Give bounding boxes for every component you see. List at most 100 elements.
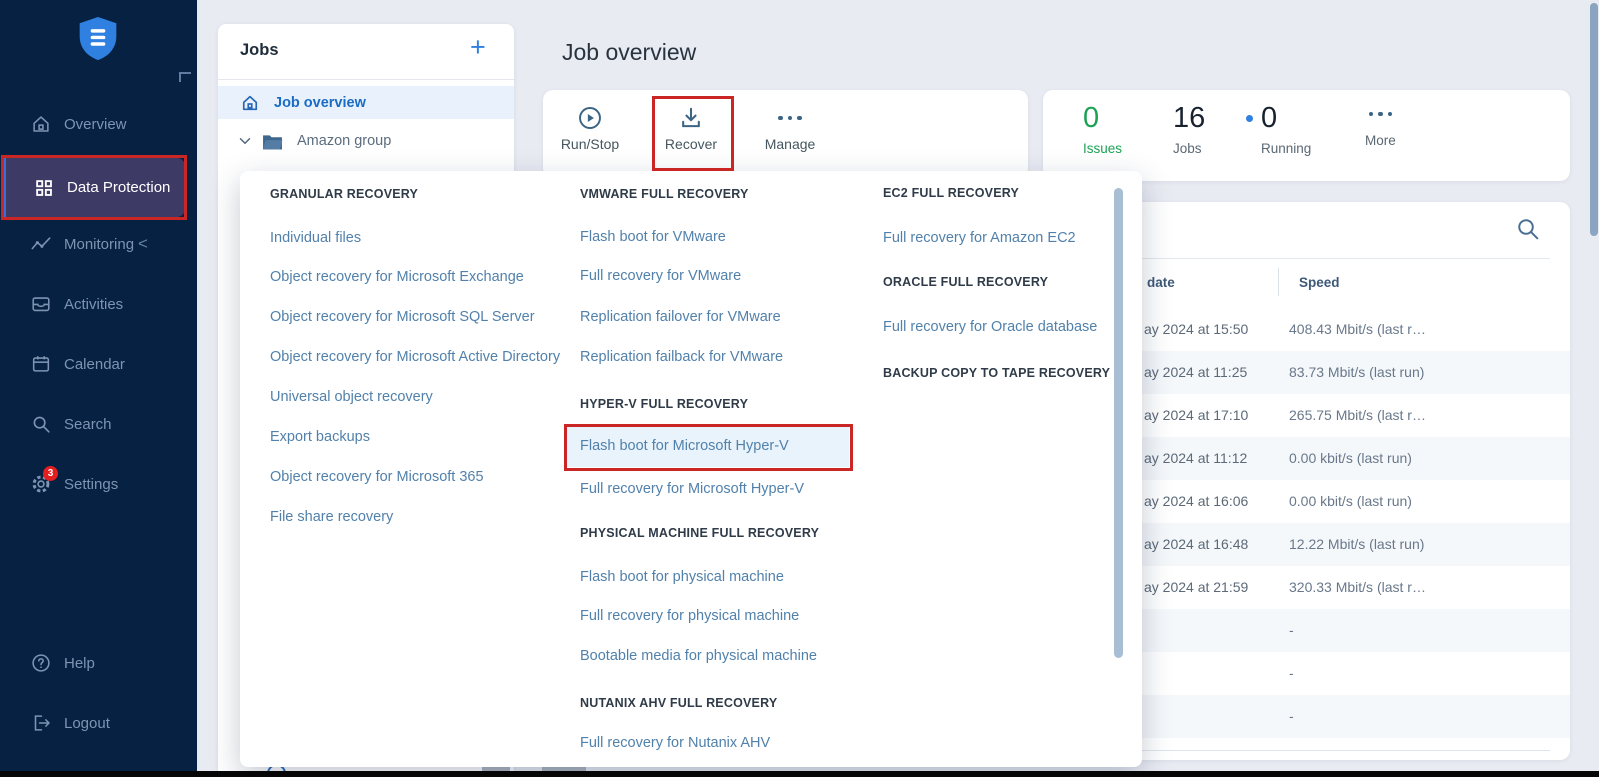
sidebar-item-label: Logout <box>64 715 110 732</box>
sidebar-item-logout[interactable]: Logout <box>0 701 197 745</box>
jobs-item-amazon-group[interactable]: Amazon group <box>218 125 514 157</box>
sidebar-collapse-icon[interactable] <box>179 72 191 82</box>
sidebar-item-overview[interactable]: Overview <box>0 102 197 146</box>
cell-date: ay 2024 at 17:10 <box>1144 394 1248 437</box>
recovery-section-header: EC2 FULL RECOVERY <box>883 186 1019 200</box>
sidebar-item-data-protection[interactable]: Data Protection <box>3 158 185 217</box>
sidebar-item-label: Help <box>64 655 95 672</box>
menu-item-full-recovery-physical[interactable]: Full recovery for physical machine <box>580 608 799 624</box>
column-header-speed[interactable]: Speed <box>1299 264 1340 301</box>
sidebar-item-monitoring[interactable]: Monitoring < <box>0 222 197 266</box>
run-stop-label: Run/Stop <box>545 136 635 152</box>
page-scrollbar[interactable] <box>1590 3 1598 236</box>
jobs-item-label: Job overview <box>274 95 366 111</box>
ellipsis-icon <box>1365 101 1396 127</box>
sidebar-item-calendar[interactable]: Calendar <box>0 342 197 386</box>
menu-item-universal-object[interactable]: Universal object recovery <box>270 389 433 405</box>
menu-item-replication-failback-vmware[interactable]: Replication failback for VMware <box>580 349 783 365</box>
running-dot-icon <box>1246 115 1253 122</box>
job-toolbar: Run/Stop Recover Manage <box>543 90 1028 178</box>
play-circle-icon <box>545 102 635 134</box>
stat-issues: 0 Issues <box>1083 101 1122 156</box>
ellipsis-icon <box>745 102 835 134</box>
search-icon[interactable] <box>1514 215 1542 243</box>
sidebar-item-label: Calendar <box>64 356 125 373</box>
sidebar-item-search[interactable]: Search <box>0 402 197 446</box>
grid-icon <box>33 177 55 199</box>
menu-item-full-recovery-hyperv[interactable]: Full recovery for Microsoft Hyper-V <box>580 481 804 497</box>
issues-label: Issues <box>1083 141 1122 156</box>
menu-item-sql-server[interactable]: Object recovery for Microsoft SQL Server <box>270 309 535 325</box>
cell-speed: 0.00 kbit/s (last run) <box>1289 480 1412 523</box>
menu-item-file-share[interactable]: File share recovery <box>270 509 393 525</box>
manage-button[interactable]: Manage <box>745 102 835 152</box>
home-icon <box>240 93 260 113</box>
run-stop-button[interactable]: Run/Stop <box>545 102 635 152</box>
recover-button[interactable]: Recover <box>646 102 736 152</box>
recovery-section-header: ORACLE FULL RECOVERY <box>883 275 1048 289</box>
sidebar-item-help[interactable]: Help <box>0 641 197 685</box>
menu-item-individual-files[interactable]: Individual files <box>270 230 361 246</box>
cell-speed: 12.22 Mbit/s (last run) <box>1289 523 1424 566</box>
menu-item-microsoft-365[interactable]: Object recovery for Microsoft 365 <box>270 469 484 485</box>
cell-speed: - <box>1289 609 1294 652</box>
cell-speed: 408.43 Mbit/s (last r… <box>1289 308 1426 351</box>
more-label: More <box>1365 133 1396 148</box>
menu-item-full-recovery-oracle[interactable]: Full recovery for Oracle database <box>883 319 1097 335</box>
cell-speed: - <box>1289 652 1294 695</box>
column-header-date[interactable]: date <box>1147 264 1175 301</box>
menu-item-full-recovery-nutanix[interactable]: Full recovery for Nutanix AHV <box>580 735 770 751</box>
cell-date: ay 2024 at 11:12 <box>1144 437 1247 480</box>
window-bottom-edge <box>0 771 1599 777</box>
sidebar-item-label: Overview <box>64 116 127 133</box>
add-job-button[interactable]: + <box>470 32 486 63</box>
job-stats-panel: 0 Issues 16 Jobs 0 Running More <box>1043 90 1570 181</box>
menu-item-export-backups[interactable]: Export backups <box>270 429 370 445</box>
column-divider[interactable] <box>1278 268 1279 296</box>
chevron-left-icon[interactable]: < <box>138 234 148 254</box>
settings-badge: 3 <box>43 466 58 481</box>
recovery-section-header: BACKUP COPY TO TAPE RECOVERY <box>883 366 1110 380</box>
cell-date: ay 2024 at 11:25 <box>1144 351 1247 394</box>
cell-date: ay 2024 at 21:59 <box>1144 566 1248 609</box>
menu-item-full-recovery-ec2[interactable]: Full recovery for Amazon EC2 <box>883 230 1076 246</box>
jobs-label: Jobs <box>1173 141 1205 156</box>
recovery-section-header: GRANULAR RECOVERY <box>270 187 418 201</box>
sidebar-item-label: Monitoring <box>64 236 134 253</box>
help-icon <box>30 652 52 674</box>
menu-item-flash-boot-hyperv[interactable]: Flash boot for Microsoft Hyper-V <box>580 438 789 454</box>
dropdown-scrollbar[interactable] <box>1114 188 1123 658</box>
menu-item-replication-failover-vmware[interactable]: Replication failover for VMware <box>580 309 781 325</box>
menu-item-active-directory[interactable]: Object recovery for Microsoft Active Dir… <box>270 349 560 365</box>
cell-speed: 83.73 Mbit/s (last run) <box>1289 351 1424 394</box>
cell-speed: 0.00 kbit/s (last run) <box>1289 437 1412 480</box>
cell-date: ay 2024 at 16:06 <box>1144 480 1248 523</box>
manage-label: Manage <box>745 136 835 152</box>
menu-item-flash-boot-vmware[interactable]: Flash boot for VMware <box>580 229 726 245</box>
menu-item-bootable-media-physical[interactable]: Bootable media for physical machine <box>580 648 817 664</box>
menu-item-flash-boot-physical[interactable]: Flash boot for physical machine <box>580 569 784 585</box>
cell-date: ay 2024 at 16:48 <box>1144 523 1248 566</box>
issues-value: 0 <box>1083 101 1122 135</box>
recovery-section-header: NUTANIX AHV FULL RECOVERY <box>580 696 777 710</box>
monitoring-chart-icon <box>30 233 52 255</box>
stat-running: 0 Running <box>1261 101 1311 156</box>
menu-item-full-recovery-vmware[interactable]: Full recovery for VMware <box>580 268 741 284</box>
sidebar-item-settings[interactable]: 3 Settings <box>0 462 197 506</box>
page-title: Job overview <box>562 39 696 66</box>
app-window: Overview Data Protection <box>0 0 1599 777</box>
folder-icon <box>262 133 283 150</box>
divider <box>218 79 514 80</box>
sidebar-item-activities[interactable]: Activities <box>0 282 197 326</box>
chevron-down-icon[interactable] <box>236 132 254 150</box>
download-recover-icon <box>646 102 736 134</box>
running-value: 0 <box>1261 101 1311 135</box>
stats-more-button[interactable]: More <box>1365 101 1396 148</box>
jobs-item-job-overview[interactable]: Job overview <box>218 86 514 119</box>
cell-speed: 320.33 Mbit/s (last r… <box>1289 566 1426 609</box>
cell-date: ay 2024 at 15:50 <box>1144 308 1248 351</box>
menu-item-exchange[interactable]: Object recovery for Microsoft Exchange <box>270 269 524 285</box>
gear-icon: 3 <box>30 473 52 495</box>
sidebar-item-label: Data Protection <box>67 179 170 196</box>
jobs-value: 16 <box>1173 101 1205 135</box>
